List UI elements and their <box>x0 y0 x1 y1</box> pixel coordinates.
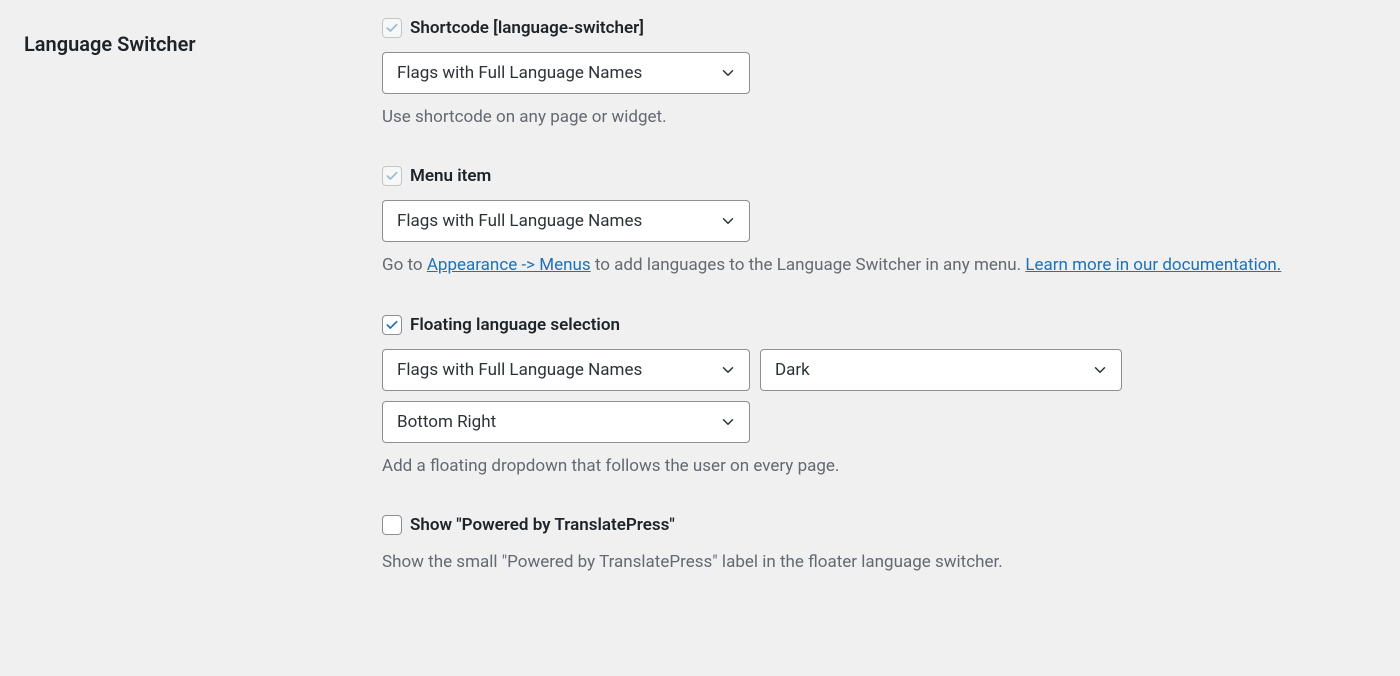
shortcode-desc: Use shortcode on any page or widget. <box>382 104 1376 130</box>
menu-desc-mid: to add languages to the Language Switche… <box>591 255 1026 275</box>
menu-style-value: Flags with Full Language Names <box>397 211 642 231</box>
shortcode-style-select[interactable]: Flags with Full Language Names <box>382 52 750 94</box>
floating-theme-select[interactable]: Dark <box>760 349 1122 391</box>
menu-desc-prefix: Go to <box>382 255 427 275</box>
floating-style-value: Flags with Full Language Names <box>397 360 642 380</box>
shortcode-group: Shortcode [language-switcher] Flags with… <box>382 18 1376 130</box>
floating-position-value: Bottom Right <box>397 412 496 432</box>
menu-link-docs[interactable]: Learn more in our documentation. <box>1025 255 1281 275</box>
menu-label: Menu item <box>410 166 491 186</box>
shortcode-label: Shortcode [language-switcher] <box>410 18 644 38</box>
menu-desc: Go to Appearance -> Menus to add languag… <box>382 252 1376 278</box>
shortcode-checkbox <box>382 18 402 38</box>
section-title: Language Switcher <box>24 18 382 56</box>
check-icon <box>384 20 400 36</box>
floating-style-select[interactable]: Flags with Full Language Names <box>382 349 750 391</box>
floating-desc: Add a floating dropdown that follows the… <box>382 453 1376 479</box>
floating-label: Floating language selection <box>410 315 620 335</box>
menu-style-select[interactable]: Flags with Full Language Names <box>382 200 750 242</box>
chevron-down-icon <box>719 413 737 431</box>
floating-position-select[interactable]: Bottom Right <box>382 401 750 443</box>
chevron-down-icon <box>719 212 737 230</box>
powered-checkbox[interactable] <box>382 515 402 535</box>
floating-theme-value: Dark <box>775 360 810 380</box>
chevron-down-icon <box>719 361 737 379</box>
menu-link-appearance[interactable]: Appearance -> Menus <box>427 255 591 275</box>
menu-checkbox <box>382 166 402 186</box>
check-icon <box>384 168 400 184</box>
floating-group: Floating language selection Flags with F… <box>382 315 1376 479</box>
menu-group: Menu item Flags with Full Language Names… <box>382 166 1376 278</box>
powered-group: Show "Powered by TranslatePress" Show th… <box>382 515 1376 575</box>
floating-checkbox[interactable] <box>382 315 402 335</box>
chevron-down-icon <box>719 64 737 82</box>
shortcode-style-value: Flags with Full Language Names <box>397 63 642 83</box>
chevron-down-icon <box>1091 361 1109 379</box>
powered-label: Show "Powered by TranslatePress" <box>410 515 675 535</box>
check-icon <box>384 317 400 333</box>
powered-desc: Show the small "Powered by TranslatePres… <box>382 549 1376 575</box>
